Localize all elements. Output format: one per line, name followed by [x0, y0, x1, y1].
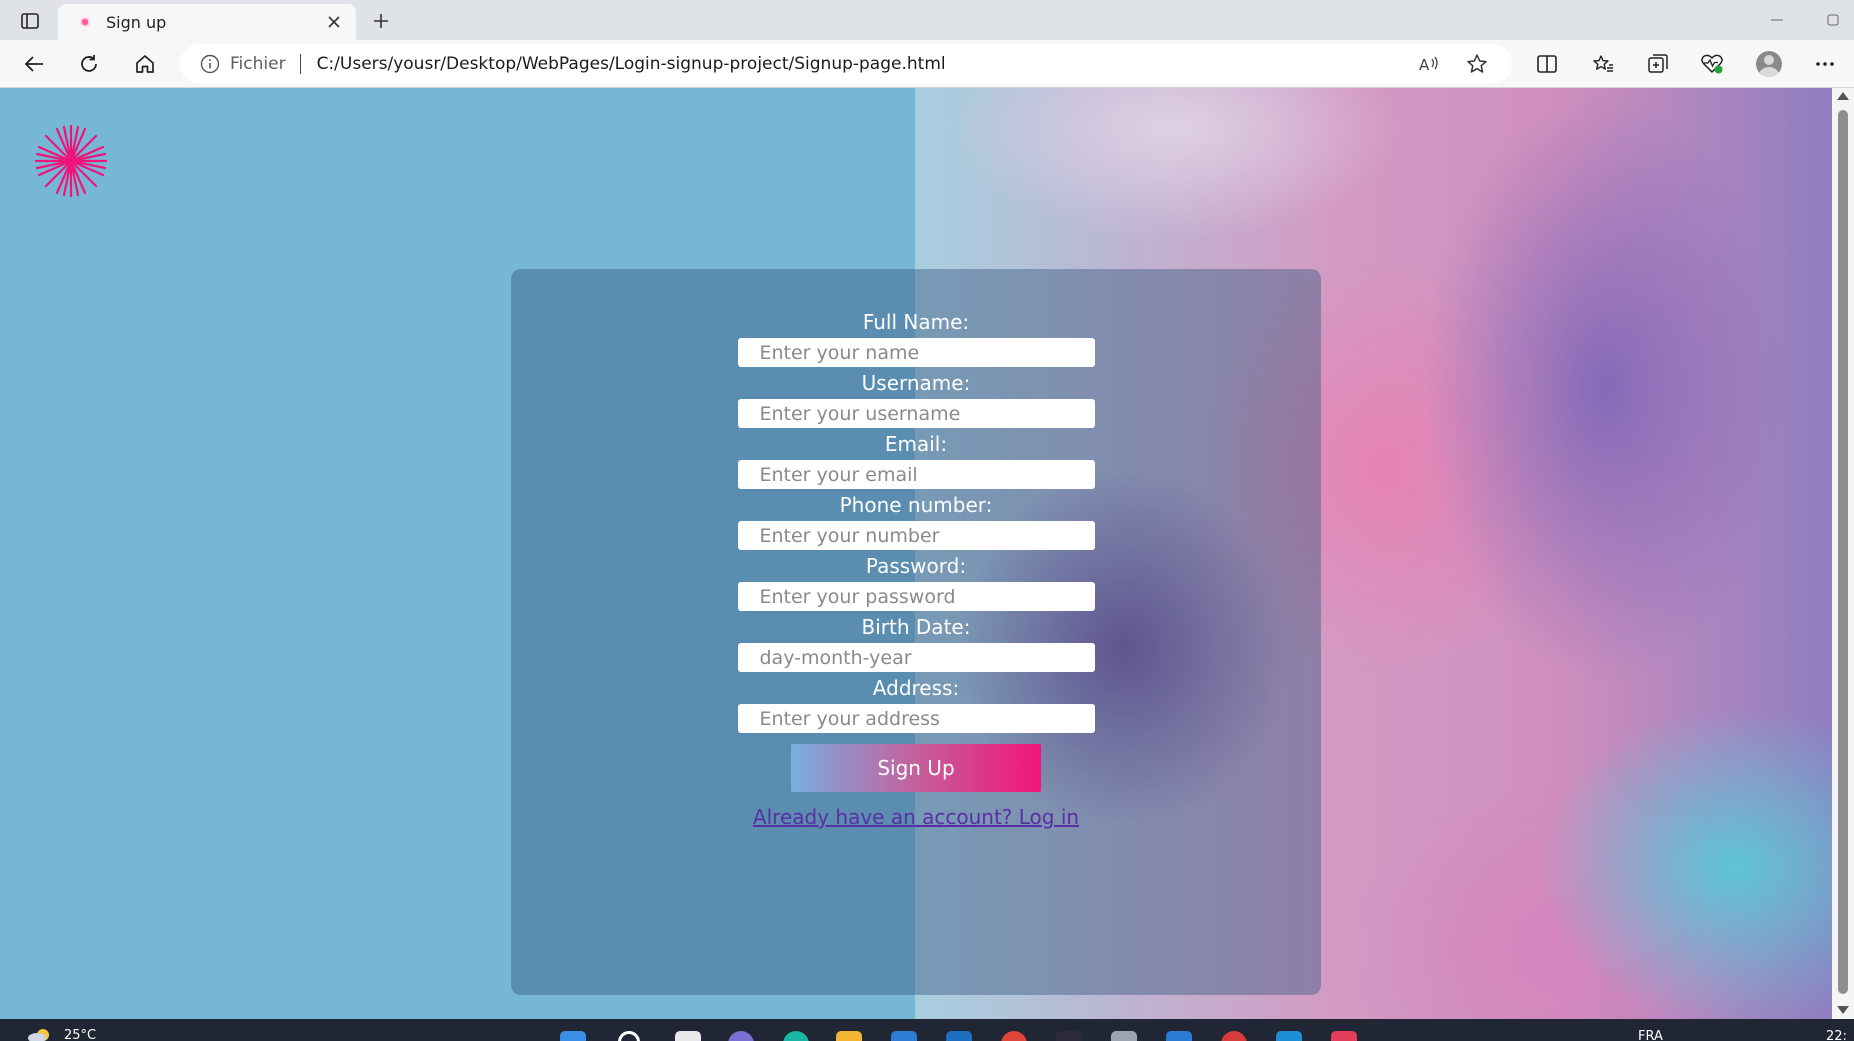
- refresh-icon[interactable]: [71, 47, 107, 81]
- tab-title: Sign up: [106, 12, 167, 32]
- app-icon-red[interactable]: [1221, 1031, 1247, 1041]
- search-icon[interactable]: [618, 1031, 640, 1041]
- birth-date-input[interactable]: [737, 643, 1095, 672]
- taskbar: 25°C FRA 22:: [0, 1019, 1854, 1041]
- chrome-icon[interactable]: [1001, 1031, 1027, 1041]
- address-url[interactable]: C:/Users/yousr/Desktop/WebPages/Login-si…: [317, 54, 946, 74]
- birth-date-label: Birth Date:: [861, 615, 971, 639]
- outlook-icon[interactable]: [1166, 1031, 1192, 1041]
- password-label: Password:: [865, 554, 967, 578]
- address-separator: [299, 54, 301, 74]
- page-scrollbar[interactable]: [1832, 88, 1854, 1019]
- signup-form: Full Name: Username: Email: Phone number…: [511, 269, 1321, 995]
- favicon-icon: [80, 17, 90, 27]
- email-label: Email:: [884, 432, 948, 456]
- language-indicator[interactable]: FRA: [1638, 1029, 1663, 1041]
- weather-temperature: 25°C: [64, 1028, 97, 1041]
- username-label: Username:: [861, 371, 971, 395]
- full-name-input[interactable]: [737, 338, 1095, 367]
- active-tab[interactable]: Sign up: [58, 4, 356, 40]
- chat-icon[interactable]: [728, 1031, 754, 1041]
- read-aloud-icon[interactable]: A: [1412, 48, 1446, 80]
- star-icon[interactable]: [1460, 48, 1494, 80]
- minimize-icon[interactable]: [1762, 8, 1792, 32]
- mail-icon[interactable]: [1111, 1031, 1137, 1041]
- plus-icon[interactable]: [366, 6, 396, 36]
- login-link[interactable]: Already have an account? Log in: [753, 805, 1079, 829]
- scroll-down-arrow-icon[interactable]: [1837, 1006, 1849, 1014]
- scroll-up-arrow-icon[interactable]: [1837, 92, 1849, 100]
- back-arrow-icon[interactable]: [16, 47, 52, 81]
- close-icon[interactable]: [320, 8, 348, 36]
- avatar[interactable]: [1751, 47, 1787, 81]
- page-viewport: Full Name: Username: Email: Phone number…: [0, 88, 1832, 1019]
- file-explorer-icon[interactable]: [836, 1031, 862, 1041]
- info-icon[interactable]: [200, 54, 220, 74]
- tab-strip: Sign up: [0, 0, 1854, 40]
- terminal-icon[interactable]: [1056, 1031, 1082, 1041]
- full-name-label: Full Name:: [862, 310, 970, 334]
- sign-up-button[interactable]: Sign Up: [791, 744, 1041, 792]
- edge-icon[interactable]: [783, 1031, 809, 1041]
- more-dots-icon[interactable]: [1807, 47, 1843, 81]
- username-input[interactable]: [737, 399, 1095, 428]
- address-input[interactable]: [737, 704, 1095, 733]
- home-icon[interactable]: [127, 47, 163, 81]
- clock[interactable]: 22:: [1826, 1029, 1847, 1041]
- profile-avatar-icon: [1756, 51, 1782, 77]
- email-input[interactable]: [737, 460, 1095, 489]
- password-input[interactable]: [737, 582, 1095, 611]
- browser-toolbar: Fichier C:/Users/yousr/Desktop/WebPages/…: [0, 40, 1854, 88]
- heartbeat-icon[interactable]: [1694, 47, 1730, 81]
- vscode-icon[interactable]: [946, 1031, 972, 1041]
- phone-input[interactable]: [737, 521, 1095, 550]
- phone-label: Phone number:: [839, 493, 993, 517]
- windows-start-icon[interactable]: [560, 1031, 586, 1041]
- app-icon-blue[interactable]: [1276, 1031, 1302, 1041]
- store-icon[interactable]: [891, 1031, 917, 1041]
- task-view-icon[interactable]: [675, 1031, 701, 1041]
- starburst-logo-icon: [34, 124, 108, 198]
- weather-icon[interactable]: [26, 1023, 52, 1041]
- split-screen-icon[interactable]: [1529, 47, 1565, 81]
- svg-text:A: A: [1419, 56, 1430, 74]
- address-bar[interactable]: Fichier C:/Users/yousr/Desktop/WebPages/…: [180, 44, 1512, 84]
- address-label: Address:: [872, 676, 960, 700]
- scroll-thumb[interactable]: [1838, 110, 1848, 994]
- tab-actions-icon[interactable]: [14, 8, 46, 34]
- address-scheme: Fichier: [230, 54, 286, 74]
- restore-icon[interactable]: [1818, 8, 1848, 32]
- favorites-list-icon[interactable]: [1585, 47, 1621, 81]
- collections-icon[interactable]: [1640, 47, 1676, 81]
- calendar-app-icon[interactable]: [1331, 1031, 1357, 1041]
